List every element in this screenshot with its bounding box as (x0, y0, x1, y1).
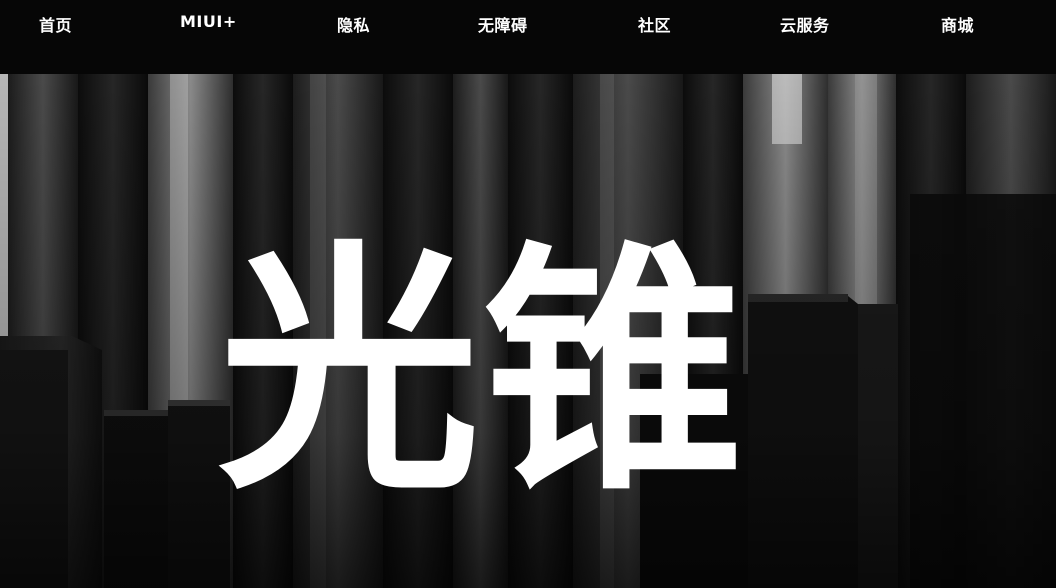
nav-item-cloud-service[interactable]: 云服务 (780, 12, 830, 36)
nav-item-community[interactable]: 社区 (638, 12, 671, 36)
nav-item-store[interactable]: 商城 (941, 12, 974, 36)
nav-item-privacy[interactable]: 隐私 (337, 12, 370, 36)
hero-title: 光锥 (218, 220, 746, 525)
nav-item-home[interactable]: 首页 (39, 12, 72, 36)
hero-banner: 光锥 (0, 74, 1056, 588)
main-nav: 首页 MIUI+ 隐私 无障碍 社区 云服务 商城 (0, 0, 1056, 46)
nav-item-miui-plus[interactable]: MIUI+ (180, 12, 237, 31)
nav-item-accessibility[interactable]: 无障碍 (478, 12, 528, 36)
top-navigation-bar: 首页 MIUI+ 隐私 无障碍 社区 云服务 商城 (0, 0, 1056, 74)
page: 首页 MIUI+ 隐私 无障碍 社区 云服务 商城 光锥 (0, 0, 1056, 588)
